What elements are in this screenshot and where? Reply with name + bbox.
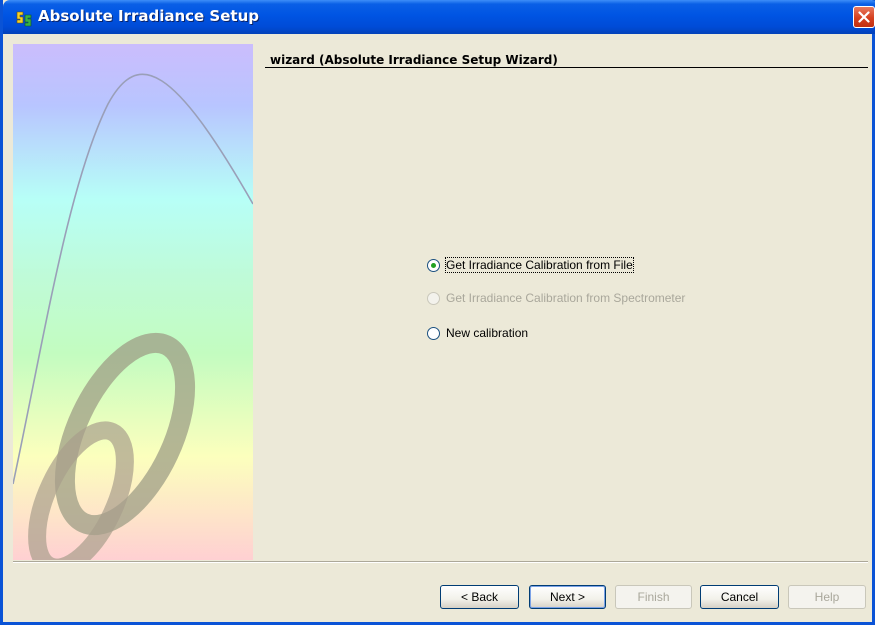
wizard-side-image <box>13 44 253 560</box>
option-calibration-from-spectrometer: Get Irradiance Calibration from Spectrom… <box>427 289 685 307</box>
option-new-calibration[interactable]: New calibration <box>427 324 528 342</box>
back-button[interactable]: < Back <box>440 585 519 609</box>
option-label: Get Irradiance Calibration from File <box>445 257 634 273</box>
wizard-header-title: wizard (Absolute Irradiance Setup Wizard… <box>270 53 558 67</box>
next-button[interactable]: Next > <box>529 585 606 609</box>
radio-button-selected[interactable] <box>427 258 440 272</box>
radio-button[interactable] <box>427 326 440 340</box>
cancel-button[interactable]: Cancel <box>700 585 779 609</box>
close-button[interactable] <box>853 6 875 28</box>
option-calibration-from-file[interactable]: Get Irradiance Calibration from File <box>427 256 634 274</box>
title-bar[interactable]: Absolute Irradiance Setup <box>3 0 875 34</box>
option-label: Get Irradiance Calibration from Spectrom… <box>446 291 686 305</box>
spectrum-logo-icon <box>13 73 253 560</box>
button-bar-divider <box>13 561 868 563</box>
app-icon <box>16 11 32 27</box>
window-title: Absolute Irradiance Setup <box>38 7 259 25</box>
dialog-window: Absolute Irradiance Setup wizard (Absolu… <box>0 0 875 625</box>
radio-button-disabled <box>427 291 440 305</box>
finish-button: Finish <box>615 585 692 609</box>
header-divider <box>265 67 868 68</box>
option-label: New calibration <box>446 326 529 340</box>
close-icon <box>858 11 870 23</box>
help-button: Help <box>788 585 866 609</box>
